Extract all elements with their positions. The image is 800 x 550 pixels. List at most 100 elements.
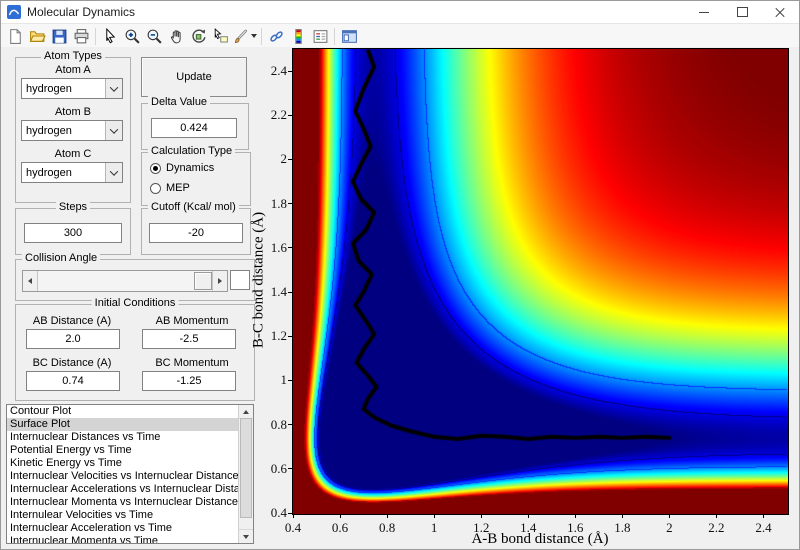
slider-thumb[interactable] <box>194 272 212 290</box>
y-tick-label: 2 <box>280 151 288 167</box>
list-item[interactable]: Internuclear Momenta vs Internuclear Dis… <box>7 496 239 509</box>
x-tick-label: 2.2 <box>708 520 725 535</box>
steps-field[interactable] <box>24 223 122 243</box>
toolbar-separator <box>334 27 335 45</box>
radio-mep[interactable]: MEP <box>150 182 190 194</box>
legend-icon <box>313 29 327 43</box>
panel-title: Delta Value <box>148 96 211 108</box>
x-tick-label: 0.4 <box>284 520 302 535</box>
delta-value-panel: Delta Value <box>141 96 249 150</box>
link-plots-button[interactable] <box>265 26 287 47</box>
collision-angle-panel: Collision Angle <box>15 252 255 301</box>
colorbar-icon <box>294 28 302 44</box>
bc-distance-field[interactable] <box>26 371 120 391</box>
scrollbar-down-arrow[interactable] <box>239 529 253 543</box>
update-button[interactable]: Update <box>141 57 247 97</box>
delta-value-field[interactable] <box>151 118 237 138</box>
y-axis-tick <box>288 247 292 249</box>
ab-distance-field[interactable] <box>26 329 120 349</box>
panel-title: Cutoff (Kcal/ mol) <box>148 201 239 213</box>
maximize-button[interactable] <box>723 1 761 23</box>
atom-a-select[interactable]: hydrogen <box>21 78 123 99</box>
slider-right-arrow[interactable] <box>212 271 227 291</box>
x-axis-tick <box>386 514 388 518</box>
bc-momentum-label: BC Momentum <box>155 357 229 369</box>
data-cursor-button[interactable] <box>209 26 231 47</box>
bc-momentum-field[interactable] <box>142 371 236 391</box>
plot-type-items: Contour Plot Surface Plot Internuclear Dis… <box>7 405 239 543</box>
y-axis-tick <box>288 114 292 116</box>
list-item[interactable]: Internuclear Acceleration vs Time <box>7 522 239 535</box>
x-axis-tick <box>433 514 435 518</box>
chevron-down-icon <box>105 163 122 182</box>
x-tick-label: 0.6 <box>331 520 349 535</box>
open-file-button[interactable] <box>26 26 48 47</box>
atom-c-select[interactable]: hydrogen <box>21 162 123 183</box>
atom-types-panel: Atom Types Atom A hydrogen Atom B hydrog… <box>15 50 131 203</box>
atom-b-select[interactable]: hydrogen <box>21 120 123 141</box>
list-item[interactable]: Internulear Velocities vs Time <box>7 509 239 522</box>
plot-tools-button[interactable] <box>338 26 360 47</box>
zoom-out-icon <box>147 29 162 44</box>
y-tick-label: 0.6 <box>270 460 287 476</box>
cutoff-field[interactable] <box>149 223 243 243</box>
brush-icon <box>234 29 247 43</box>
radio-label: MEP <box>166 182 190 194</box>
maximize-icon <box>736 7 748 17</box>
insert-legend-button[interactable] <box>309 26 331 47</box>
atom-a-value: hydrogen <box>26 82 72 95</box>
pan-button[interactable] <box>165 26 187 47</box>
rotate-icon <box>191 28 206 43</box>
minimize-button[interactable] <box>685 1 723 23</box>
list-item[interactable]: Internuclear Accelerations vs Internucle… <box>7 483 239 496</box>
window-controls <box>685 1 799 23</box>
zoom-in-button[interactable] <box>121 26 143 47</box>
panel-title: Atom Types <box>41 50 105 62</box>
zoom-out-button[interactable] <box>143 26 165 47</box>
plot-type-listbox[interactable]: Contour Plot Surface Plot Internuclear Dis… <box>6 404 254 544</box>
radio-dynamics[interactable]: Dynamics <box>150 162 214 174</box>
y-tick-label: 1 <box>280 372 288 388</box>
chevron-down-icon <box>250 34 257 38</box>
triangle-right-icon <box>218 278 222 284</box>
rotate-3d-button[interactable] <box>187 26 209 47</box>
collision-angle-field[interactable] <box>230 270 250 290</box>
pes-plot-canvas[interactable] <box>293 49 788 514</box>
list-item[interactable]: Contour Plot <box>7 405 239 418</box>
new-document-icon <box>9 28 21 44</box>
x-axis-tick <box>574 514 576 518</box>
print-button[interactable] <box>70 26 92 47</box>
insert-colorbar-button[interactable] <box>287 26 309 47</box>
close-button[interactable] <box>761 1 799 23</box>
list-item[interactable]: Internuclear Distances vs Time <box>7 431 239 444</box>
y-axis-tick <box>288 291 292 293</box>
x-axis-tick <box>621 514 623 518</box>
list-item[interactable]: Internuclear Momenta vs Time <box>7 535 239 543</box>
title-bar: Molecular Dynamics <box>1 1 799 24</box>
brush-button[interactable] <box>231 26 258 47</box>
printer-icon <box>74 28 88 43</box>
y-axis-tick <box>288 158 292 160</box>
radio-label: Dynamics <box>166 162 215 174</box>
collision-angle-slider[interactable] <box>22 270 228 292</box>
list-item[interactable]: Surface Plot <box>7 418 239 431</box>
initial-conditions-panel: Initial Conditions AB Distance (A) AB Mo… <box>15 297 255 401</box>
list-item[interactable]: Potential Energy vs Time <box>7 444 239 457</box>
app-window: Molecular Dynamics Atom Types Atom A hyd… <box>0 0 800 550</box>
calculation-type-panel: Calculation Type Dynamics MEP <box>141 145 251 206</box>
list-item[interactable]: Kinetic Energy vs Time <box>7 457 239 470</box>
x-axis-label: A-B bond distance (Å) <box>471 531 609 547</box>
panel-title: Calculation Type <box>148 145 236 157</box>
ab-momentum-field[interactable] <box>142 329 236 349</box>
x-tick-label: 2.4 <box>755 520 772 535</box>
list-item[interactable]: Internuclear Velocities vs Internuclear … <box>7 470 239 483</box>
ab-distance-label: AB Distance (A) <box>32 315 112 327</box>
slider-left-arrow[interactable] <box>23 271 38 291</box>
save-button[interactable] <box>48 26 70 47</box>
y-tick-label: 0.4 <box>270 505 287 520</box>
y-tick-label: 1.8 <box>270 195 287 211</box>
new-document-button[interactable] <box>4 26 26 47</box>
edit-plot-button[interactable] <box>99 26 121 47</box>
y-tick-label: 0.8 <box>270 416 287 432</box>
panel-title: Initial Conditions <box>91 297 179 309</box>
